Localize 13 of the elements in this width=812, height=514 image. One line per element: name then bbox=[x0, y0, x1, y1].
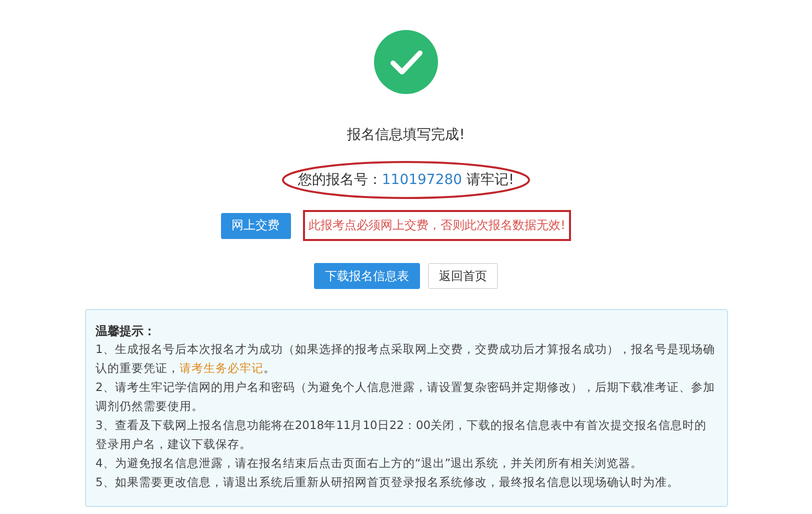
notice-title: 温馨提示： bbox=[96, 323, 156, 340]
notice-item: 5、如果需要更改信息，请退出系统后重新从研招网首页登录报名系统修改，最终报名信息以现场确认时为准。 bbox=[96, 474, 680, 491]
notice-item: 4、为避免报名信息泄露，请在报名结束后点击页面右上方的“退出”退出系统，并关闭所有相关浏览器。 bbox=[96, 455, 644, 472]
download-button[interactable]: 下载报名信息表 bbox=[314, 263, 420, 289]
check-icon bbox=[374, 30, 438, 94]
home-button[interactable]: 返回首页 bbox=[428, 263, 498, 289]
registration-number-text: 您的报名号：110197280 请牢记! bbox=[298, 171, 514, 189]
notice-item: 3、查看及下载网上报名信息功能将在2018年11月10日22：00关闭，下载的报名信息表中有首次提交报名信息时的登录用户名，建议下载保存。 bbox=[96, 417, 708, 453]
notice-item: 2、请考生牢记学信网的用户名和密码（为避免个人信息泄露，请设置复杂密码并定期修改），后期下载准考证、参加调剂仍然需要使用。 bbox=[96, 379, 716, 415]
online-payment-button[interactable]: 网上交费 bbox=[220, 212, 291, 238]
payment-warning: 此报考点必须网上交费，否则此次报名数据无效! bbox=[302, 210, 572, 241]
success-title: 报名信息填写完成! bbox=[347, 126, 465, 144]
notice-item: 1、生成报名号后本次报名才为成功（如果选择的报考点采取网上交费，交费成功后才算报名成功），报名号是现场确认的重要凭证，请考生务必牢记。 bbox=[96, 341, 716, 377]
